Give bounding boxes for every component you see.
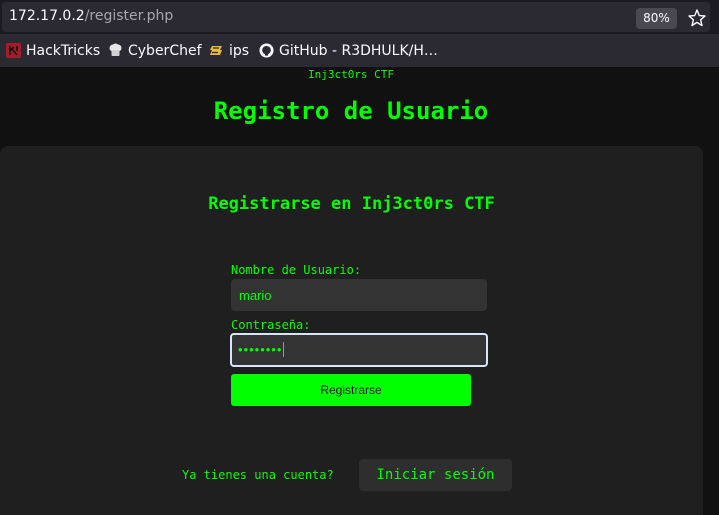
page-title: Registro de Usuario — [213, 97, 489, 125]
url-host: 172.17.0.2 — [9, 8, 85, 24]
form-title: Registrarse en Inj3ct0rs CTF — [208, 194, 495, 214]
bookmark-star-icon[interactable] — [687, 7, 707, 29]
hacktricks-icon — [6, 43, 21, 58]
bookmark-hacktricks[interactable]: HackTricks — [6, 34, 100, 67]
bookmark-label: HackTricks — [26, 42, 101, 59]
github-icon — [259, 43, 274, 58]
login-prompt: Ya tienes una cuenta? — [182, 468, 334, 482]
zoom-level-button[interactable]: 80% — [636, 8, 677, 29]
password-value: •••••••• — [238, 342, 283, 357]
address-bar[interactable]: 172.17.0.2/register.php 80% — [2, 2, 710, 32]
browser-toolbar: 172.17.0.2/register.php 80% — [0, 0, 719, 34]
username-input[interactable]: mario — [231, 279, 487, 311]
page-content: Inj3ct0rs CTF Registro de Usuario Regist… — [0, 67, 719, 515]
bookmark-label: CyberChef — [128, 42, 202, 59]
folder-icon — [210, 46, 222, 55]
password-label: Contraseña: — [231, 318, 311, 332]
bookmark-cyberchef[interactable]: CyberChef — [108, 34, 202, 67]
bookmarks-bar: HackTricks CyberChef ips GitHub - R3DHUL… — [0, 34, 719, 67]
bookmark-ips[interactable]: ips — [209, 34, 249, 67]
bookmark-label: GitHub - R3DHULK/H… — [279, 42, 438, 59]
password-input[interactable]: •••••••• — [230, 333, 488, 367]
login-button[interactable]: Iniciar sesión — [359, 459, 512, 491]
site-brand: Inj3ct0rs CTF — [307, 68, 395, 81]
url-text[interactable]: 172.17.0.2/register.php — [9, 8, 173, 24]
text-caret — [283, 342, 285, 357]
register-button[interactable]: Registrarse — [231, 374, 471, 406]
bookmark-github[interactable]: GitHub - R3DHULK/H… — [259, 34, 438, 67]
bookmark-label: ips — [229, 42, 250, 59]
register-card: Registrarse en Inj3ct0rs CTF Nombre de U… — [0, 146, 703, 515]
url-path: /register.php — [84, 8, 174, 24]
username-label: Nombre de Usuario: — [231, 263, 362, 277]
username-value: mario — [239, 288, 272, 303]
cyberchef-icon — [109, 43, 122, 56]
